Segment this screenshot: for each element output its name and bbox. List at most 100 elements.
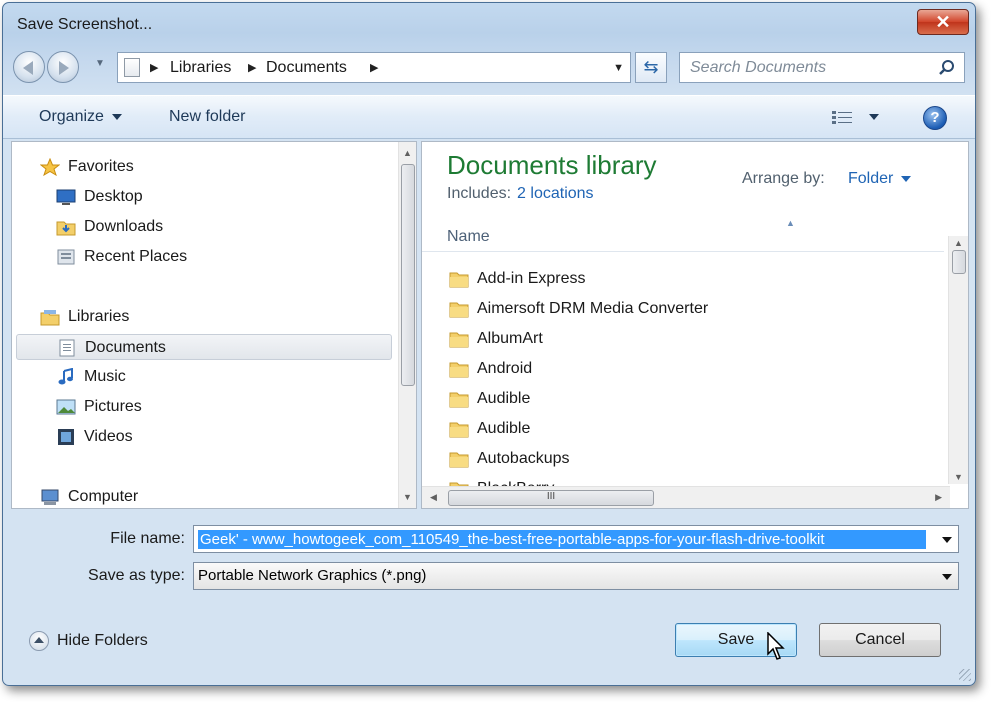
breadcrumb-documents[interactable]: Documents	[266, 59, 347, 77]
nav-item-computer[interactable]: Computer	[40, 484, 340, 510]
file-list-pane: Documents library Includes: 2 locations A…	[421, 141, 969, 509]
scroll-up-icon[interactable]: ▲	[403, 148, 412, 158]
save-as-type-select[interactable]: Portable Network Graphics (*.png)	[193, 562, 959, 590]
nav-scrollbar[interactable]: ▲ ▼	[398, 142, 416, 508]
file-list-scroll-thumb[interactable]	[952, 250, 966, 274]
file-row[interactable]: Aimersoft DRM Media Converter	[447, 294, 927, 324]
file-list: Add-in Express Aimersoft DRM Media Conver…	[422, 252, 942, 488]
resize-grip[interactable]	[959, 669, 971, 681]
arrange-by-dropdown[interactable]: Folder	[848, 170, 912, 188]
back-button[interactable]	[13, 51, 45, 83]
music-icon	[58, 368, 73, 385]
pictures-icon	[56, 399, 76, 415]
nav-scroll-thumb[interactable]	[401, 164, 415, 386]
nav-item-label: Documents	[85, 339, 166, 356]
nav-item-label: Desktop	[84, 188, 143, 205]
nav-item-label: Pictures	[84, 398, 142, 415]
title-bar[interactable]: Save Screenshot... ✕	[3, 3, 975, 47]
includes-label: Includes:	[447, 185, 512, 202]
locations-link[interactable]: 2 locations	[517, 185, 594, 202]
desktop-icon	[56, 189, 76, 205]
file-name: Audible	[477, 420, 531, 437]
organize-button[interactable]: Organize	[39, 108, 122, 126]
save-dialog-window: Save Screenshot... ✕ ▼ ▶ Libraries ▶ Doc…	[2, 2, 976, 686]
scroll-down-icon[interactable]: ▼	[403, 492, 412, 502]
file-row[interactable]: Autobackups	[447, 444, 927, 474]
recent-places-icon	[57, 249, 75, 265]
breadcrumb-libraries[interactable]: Libraries	[170, 59, 231, 77]
address-dropdown-icon[interactable]: ▼	[613, 62, 624, 74]
sort-ascending-icon: ▲	[786, 218, 795, 228]
nav-item-favorites[interactable]: Favorites	[40, 154, 340, 180]
downloads-folder-icon	[56, 221, 76, 236]
address-bar[interactable]: ▶ Libraries ▶ Documents ▶ ▼	[117, 52, 631, 83]
nav-item-videos[interactable]: Videos	[56, 424, 356, 450]
recent-pages-dropdown[interactable]: ▼	[95, 58, 105, 69]
file-name-field[interactable]: Geek' - www_howtogeek_com_110549_the-bes…	[193, 525, 959, 553]
nav-item-recent-places[interactable]: Recent Places	[56, 244, 356, 270]
hscroll-thumb[interactable]: III	[448, 490, 654, 506]
folder-icon	[449, 332, 469, 348]
nav-item-label: Libraries	[68, 308, 130, 325]
new-folder-button[interactable]: New folder	[169, 108, 245, 126]
file-row[interactable]: Add-in Express	[447, 264, 927, 294]
chevron-down-icon[interactable]	[942, 574, 952, 580]
file-name: Audible	[477, 390, 531, 407]
scroll-left-icon[interactable]: ◀	[430, 492, 437, 503]
close-button[interactable]: ✕	[917, 9, 969, 35]
cancel-button[interactable]: Cancel	[819, 623, 941, 657]
save-as-type-label: Save as type:	[88, 567, 185, 584]
nav-item-label: Music	[84, 368, 126, 385]
command-bar: Organize New folder ?	[3, 95, 975, 139]
help-button[interactable]: ?	[923, 106, 947, 130]
videos-icon	[58, 429, 74, 445]
file-name: Add-in Express	[477, 270, 586, 287]
nav-item-desktop[interactable]: Desktop	[56, 184, 356, 210]
folder-icon	[449, 302, 469, 318]
window-title: Save Screenshot...	[17, 16, 153, 33]
column-header-name[interactable]: ▲ Name	[422, 218, 944, 252]
breadcrumb-separator-icon[interactable]: ▶	[370, 61, 378, 74]
nav-item-music[interactable]: Music	[56, 364, 356, 390]
file-row[interactable]: AlbumArt	[447, 324, 927, 354]
nav-item-pictures[interactable]: Pictures	[56, 394, 356, 420]
breadcrumb-separator-icon[interactable]: ▶	[150, 61, 158, 74]
nav-item-libraries[interactable]: Libraries	[40, 304, 340, 330]
breadcrumb-separator-icon[interactable]: ▶	[248, 61, 256, 74]
search-icon[interactable]	[938, 59, 956, 77]
views-dropdown-icon[interactable]	[869, 114, 879, 120]
library-title: Documents library	[447, 150, 657, 180]
search-box[interactable]: Search Documents	[679, 52, 965, 83]
file-list-scrollbar[interactable]: ▲ ▼	[948, 236, 968, 484]
forward-button[interactable]	[47, 51, 79, 83]
hide-folders-button[interactable]: Hide Folders	[29, 631, 148, 651]
file-row[interactable]: Audible	[447, 384, 927, 414]
column-header-label: Name	[447, 228, 490, 245]
file-row[interactable]: Android	[447, 354, 927, 384]
file-name: AlbumArt	[477, 330, 543, 347]
nav-item-label: Computer	[68, 488, 139, 505]
save-as-type-value: Portable Network Graphics (*.png)	[198, 567, 427, 584]
scroll-down-icon[interactable]: ▼	[954, 472, 963, 482]
refresh-button[interactable]: ⇆	[635, 52, 667, 83]
documents-icon	[59, 339, 75, 357]
nav-item-documents[interactable]: Documents	[16, 334, 392, 360]
nav-item-downloads[interactable]: Downloads	[56, 214, 356, 240]
file-name: Autobackups	[477, 450, 570, 467]
computer-icon	[41, 489, 59, 505]
organize-label: Organize	[39, 108, 104, 125]
file-row[interactable]: Audible	[447, 414, 927, 444]
scroll-right-icon[interactable]: ▶	[935, 492, 942, 503]
chevron-down-icon[interactable]	[942, 537, 952, 543]
folder-icon	[449, 452, 469, 468]
folder-icon	[449, 392, 469, 408]
mouse-pointer-icon	[767, 632, 785, 660]
navigation-pane: Favorites Desktop Downloads Recent Place…	[11, 141, 417, 509]
file-list-hscrollbar[interactable]: ◀ III ▶	[422, 486, 950, 508]
file-name-label: File name:	[110, 530, 185, 547]
scroll-up-icon[interactable]: ▲	[954, 238, 963, 248]
views-icon[interactable]	[831, 109, 853, 127]
file-name-input[interactable]: Geek' - www_howtogeek_com_110549_the-bes…	[198, 530, 926, 549]
search-input[interactable]: Search Documents	[690, 59, 826, 77]
nav-item-label: Favorites	[68, 158, 134, 175]
